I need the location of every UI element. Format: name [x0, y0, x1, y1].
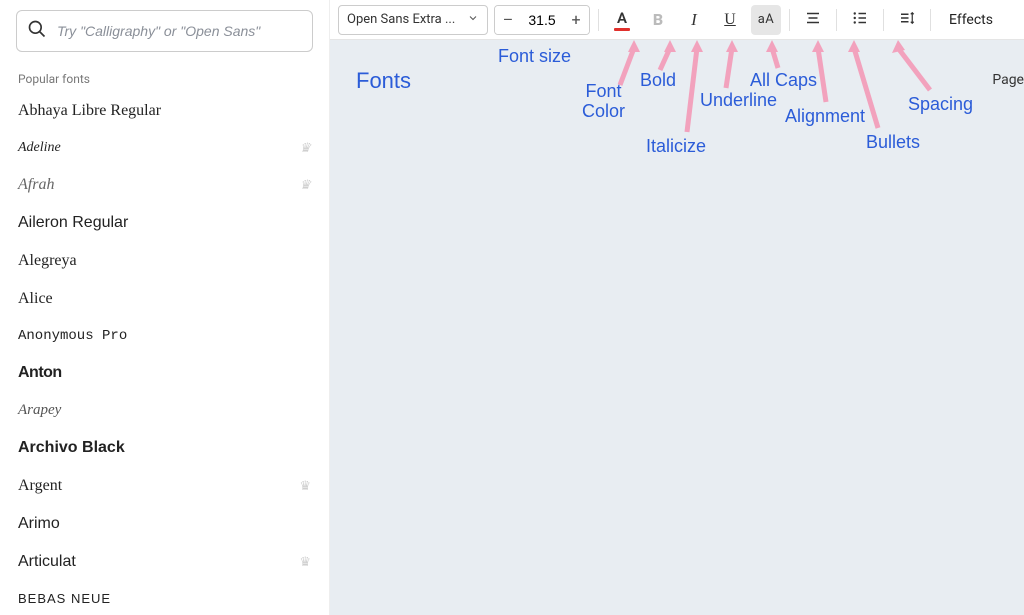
font-item[interactable]: Articulat ♛: [0, 543, 329, 581]
section-label: Popular fonts: [0, 66, 329, 92]
spacing-icon: [898, 9, 916, 31]
font-name-label: Afrah: [18, 176, 54, 194]
crown-icon: ♛: [299, 177, 311, 193]
crown-icon: ♛: [299, 478, 311, 494]
font-item[interactable]: Aileron Regular: [0, 204, 329, 242]
font-item[interactable]: BEBAS NEUE: [0, 581, 329, 615]
font-list: Abhaya Libre Regular Adeline ♛ Afrah ♛ Ailero…: [0, 92, 329, 615]
crown-icon: ♛: [299, 554, 311, 570]
font-size-decrease-button[interactable]: –: [495, 5, 521, 35]
bold-icon: B: [653, 10, 663, 29]
uppercase-button[interactable]: aA: [751, 5, 781, 35]
canvas-area[interactable]: Fonts Font size FontColor Bold Italicize…: [330, 40, 1024, 615]
crown-icon: ♛: [299, 140, 311, 156]
font-family-select[interactable]: Open Sans Extra ...: [338, 5, 488, 35]
font-name-label: Arimo: [18, 515, 60, 533]
text-toolbar: Open Sans Extra ... – + A B I U aA: [330, 0, 1024, 40]
font-item[interactable]: Anton: [0, 354, 329, 392]
font-size-increase-button[interactable]: +: [563, 5, 589, 35]
font-name-label: Anton: [18, 364, 62, 382]
font-item[interactable]: Archivo Black: [0, 429, 329, 467]
annotation-alignment: Alignment: [785, 106, 865, 127]
alignment-button[interactable]: [798, 5, 828, 35]
font-item[interactable]: Afrah ♛: [0, 166, 329, 204]
spacing-button[interactable]: [892, 5, 922, 35]
font-color-button[interactable]: A: [607, 5, 637, 35]
font-item[interactable]: Alegreya: [0, 242, 329, 280]
arrow-icon: [675, 40, 715, 135]
search-wrap[interactable]: [16, 10, 313, 52]
font-family-label: Open Sans Extra ...: [347, 12, 455, 27]
page-label: Page: [992, 72, 1024, 88]
chevron-down-icon: [467, 12, 479, 28]
font-name-label: Arapey: [18, 402, 61, 419]
arrow-icon: [758, 40, 798, 72]
arrow-icon: [886, 40, 946, 94]
annotation-bullets: Bullets: [866, 132, 920, 153]
align-icon: [804, 9, 822, 31]
font-name-label: Archivo Black: [18, 439, 125, 457]
font-name-label: Argent: [18, 477, 62, 495]
annotation-italicize: Italicize: [646, 136, 706, 157]
toolbar-divider: [836, 9, 837, 31]
annotation-bold: Bold: [640, 70, 676, 91]
font-size-group: – +: [494, 5, 590, 35]
arrow-icon: [712, 40, 752, 90]
font-sidebar: Popular fonts Abhaya Libre Regular Adelin…: [0, 0, 330, 615]
main-area: Open Sans Extra ... – + A B I U aA: [330, 0, 1024, 615]
annotation-fontsize: Font size: [498, 46, 571, 67]
font-item[interactable]: Arimo: [0, 505, 329, 543]
toolbar-divider: [930, 9, 931, 31]
bold-button[interactable]: B: [643, 5, 673, 35]
font-color-letter: A: [617, 9, 627, 27]
font-item[interactable]: Arapey: [0, 392, 329, 429]
search-icon: [27, 19, 47, 43]
font-item[interactable]: Anonymous Pro: [0, 318, 329, 354]
font-item[interactable]: Abhaya Libre Regular: [0, 92, 329, 130]
annotation-fontcolor: FontColor: [582, 82, 625, 122]
annotation-allcaps: All Caps: [750, 70, 817, 91]
font-name-label: Alegreya: [18, 252, 77, 270]
font-name-label: Aileron Regular: [18, 214, 128, 232]
font-name-label: Anonymous Pro: [18, 328, 127, 344]
font-name-label: BEBAS NEUE: [18, 591, 111, 606]
annotation-spacing: Spacing: [908, 94, 973, 115]
font-item[interactable]: Argent ♛: [0, 467, 329, 505]
italic-icon: I: [691, 10, 697, 30]
toolbar-divider: [598, 9, 599, 31]
list-button[interactable]: [845, 5, 875, 35]
underline-icon: U: [724, 11, 736, 29]
bullets-icon: [851, 9, 869, 31]
font-name-label: Abhaya Libre Regular: [18, 102, 161, 120]
underline-button[interactable]: U: [715, 5, 745, 35]
caps-icon: aA: [758, 12, 775, 27]
toolbar-divider: [789, 9, 790, 31]
font-color-swatch: [614, 28, 630, 31]
font-item[interactable]: Adeline ♛: [0, 130, 329, 166]
font-name-label: Alice: [18, 290, 53, 308]
effects-button[interactable]: Effects: [939, 5, 1003, 35]
italic-button[interactable]: I: [679, 5, 709, 35]
toolbar-divider: [883, 9, 884, 31]
annotation-fonts: Fonts: [356, 68, 411, 94]
font-size-input[interactable]: [521, 6, 563, 34]
font-item[interactable]: Alice: [0, 280, 329, 318]
font-search-input[interactable]: [47, 23, 302, 39]
annotation-underline: Underline: [700, 90, 777, 111]
font-name-label: Adeline: [18, 140, 61, 156]
font-name-label: Articulat: [18, 553, 76, 571]
